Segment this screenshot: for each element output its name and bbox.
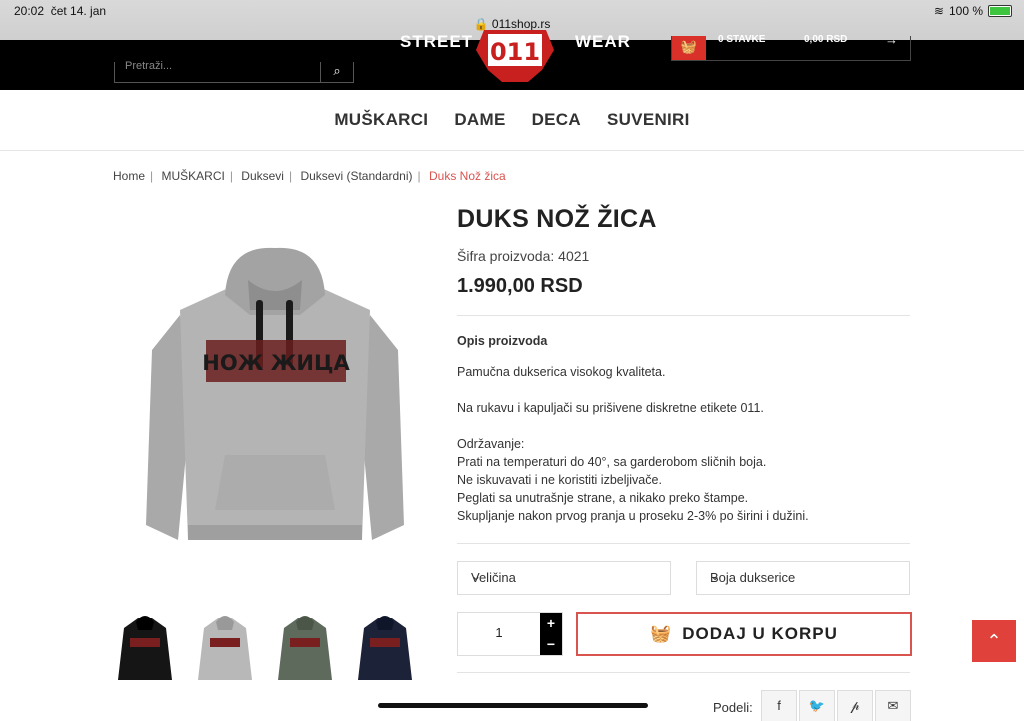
breadcrumb: Home | MUŠKARCI | Duksevi | Duksevi (Standa…: [113, 169, 506, 183]
cart-basket-icon: 🧺: [672, 36, 706, 60]
thumbnail-gallery: [116, 610, 414, 684]
thumbnail-olive[interactable]: [276, 610, 334, 684]
thumbnail-navy[interactable]: [356, 610, 414, 684]
scroll-to-top-button[interactable]: ⌃: [972, 620, 1016, 662]
size-select[interactable]: Veličina ⌄: [457, 561, 671, 595]
description-heading: Opis proizvoda: [457, 334, 548, 348]
description-line: Ne iskuvavati i ne koristiti izbeljivače…: [457, 473, 662, 487]
nav-item-suveniri[interactable]: SUVENIRI: [607, 110, 690, 130]
share-label: Podeli:: [713, 700, 753, 715]
facebook-icon[interactable]: f: [761, 690, 797, 721]
wifi-icon: ≋: [933, 4, 944, 18]
breadcrumb-home[interactable]: Home: [113, 169, 145, 183]
thumbnail-black[interactable]: [116, 610, 174, 684]
product-image[interactable]: НОЖ ЖИЦА: [140, 240, 410, 560]
brand-text-right: WEAR: [575, 32, 631, 51]
email-icon[interactable]: ✉: [875, 690, 911, 721]
logo[interactable]: 011: [476, 30, 554, 82]
address-bar[interactable]: 🔒 011shop.rs: [0, 17, 1024, 31]
nav-item-muskarci[interactable]: MUŠKARCI: [334, 110, 428, 130]
description-line: Peglati sa unutrašnje strane, a nikako p…: [457, 491, 749, 505]
pinterest-icon[interactable]: 𝓅: [837, 690, 873, 721]
description-line: Pamučna dukserica visokog kvaliteta.: [457, 365, 666, 379]
color-select[interactable]: Boja dukserice ⌄: [696, 561, 910, 595]
product-price: 1.990,00 RSD: [457, 275, 583, 297]
brand-text-left: STREET: [400, 32, 474, 51]
nav-item-deca[interactable]: DECA: [532, 110, 581, 130]
breadcrumb-current: Duks Nož žica: [428, 169, 506, 183]
breadcrumb-muskarci[interactable]: MUŠKARCI: [161, 169, 224, 183]
chevron-down-icon: ⌄: [471, 569, 482, 583]
battery-percent: 100 %: [948, 4, 983, 18]
status-time: 20:02 čet 14. jan: [14, 4, 107, 18]
product-description: Opis proizvoda Pamučna dukserica visokog…: [457, 332, 910, 525]
product-sku: Šifra proizvoda: 4021: [457, 248, 590, 264]
cart-total: 0,00 RSD: [804, 34, 848, 45]
search-icon[interactable]: ⌕: [320, 62, 353, 82]
divider: [457, 672, 910, 673]
battery-icon: [988, 5, 1012, 17]
breadcrumb-duksevi-standardni[interactable]: Duksevi (Standardni): [300, 169, 412, 183]
product-print-text: НОЖ ЖИЦА: [202, 351, 350, 375]
logo-text: 011: [490, 38, 540, 66]
description-line: Skupljanje nakon prvog pranja u proseku …: [457, 509, 809, 523]
divider: [457, 315, 910, 316]
product-title: DUKS NOŽ ŽICA: [457, 205, 657, 233]
description-line: Održavanje:: [457, 437, 525, 451]
nav-item-dame[interactable]: DAME: [454, 110, 505, 130]
status-indicators: ≋ 100 %: [934, 4, 1012, 18]
basket-icon: 🧺: [650, 624, 673, 643]
main-nav: MUŠKARCI DAME DECA SUVENIRI: [0, 90, 1024, 151]
arrow-right-icon[interactable]: →: [885, 32, 898, 47]
cart-summary[interactable]: 🧺 0 STAVKE 0,00 RSD →: [671, 32, 911, 61]
add-to-cart-button[interactable]: 🧺 DODAJ U KORPU: [576, 612, 912, 656]
description-line: Prati na temperaturi do 40°, sa garderob…: [457, 455, 767, 469]
quantity-input[interactable]: 1: [458, 625, 540, 640]
site-header: Pretraži... ⌕ STREET 011 WEAR 🧺 0 STAVKE…: [0, 30, 1024, 90]
cart-count: 0 STAVKE: [718, 34, 766, 45]
home-indicator: [378, 703, 648, 708]
quantity-stepper[interactable]: 1 + −: [457, 612, 563, 656]
search-input[interactable]: Pretraži... ⌕: [114, 60, 354, 83]
breadcrumb-duksevi[interactable]: Duksevi: [241, 169, 284, 183]
chevron-down-icon: ⌄: [710, 569, 721, 583]
thumbnail-grey[interactable]: [196, 610, 254, 684]
increment-button[interactable]: +: [540, 613, 562, 634]
decrement-button[interactable]: −: [540, 634, 562, 655]
description-line: Na rukavu i kapuljači su prišivene diskr…: [457, 401, 764, 415]
divider: [457, 543, 910, 544]
twitter-icon[interactable]: 🐦: [799, 690, 835, 721]
